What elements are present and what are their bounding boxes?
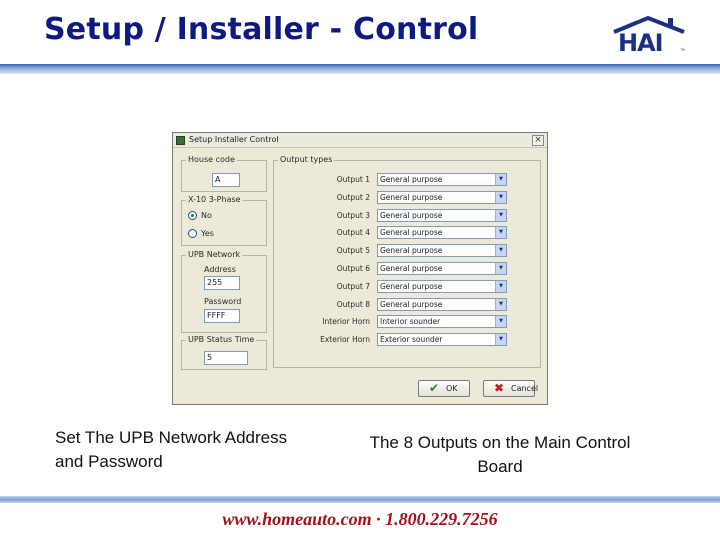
x10-phase-yes-radio[interactable] (188, 229, 197, 238)
output-type-dropdown[interactable]: General purpose ▼ (377, 280, 507, 293)
house-code-label: House code (186, 155, 237, 164)
chevron-down-icon[interactable]: ▼ (495, 263, 506, 274)
upb-network-group: UPB Network Address 255 Password FFFF (181, 250, 267, 333)
x10-phase-group: X-10 3-Phase No Yes (181, 195, 267, 246)
output-type-value: General purpose (380, 175, 443, 184)
close-icon: × (534, 135, 542, 145)
output-type-value: General purpose (380, 264, 443, 273)
output-type-dropdown[interactable]: General purpose ▼ (377, 226, 507, 239)
x10-phase-no-radio[interactable] (188, 211, 197, 220)
output-row-label: Output 2 (336, 193, 370, 202)
caption-left: Set The UPB Network Address and Password (55, 428, 288, 471)
caption-right: The 8 Outputs on the Main Control Board (369, 433, 631, 476)
dialog-title: Setup Installer Control (189, 135, 279, 144)
output-row-label: Interior Horn (322, 317, 370, 326)
close-button[interactable]: × (532, 135, 544, 146)
footer-contact: www.homeauto.com · 1.800.229.7256 (222, 509, 498, 529)
output-type-value: General purpose (380, 193, 443, 202)
ok-button[interactable]: ✔ OK (418, 380, 470, 397)
house-code-group: House code A (181, 155, 267, 192)
cancel-button-label: Cancel (511, 384, 539, 393)
footer-divider (0, 496, 720, 503)
output-type-value: Exterior sounder (380, 335, 443, 344)
x10-phase-label: X-10 3-Phase (186, 195, 243, 204)
chevron-down-icon[interactable]: ▼ (495, 299, 506, 310)
output-type-value: General purpose (380, 211, 443, 220)
chevron-down-icon[interactable]: ▼ (495, 334, 506, 345)
output-type-value: Interior sounder (380, 317, 441, 326)
output-row-label: Output 7 (336, 282, 370, 291)
slide-title: Setup / Installer - Control (44, 12, 479, 47)
output-types-group: Output types Output 1 General purpose ▼ Out… (273, 155, 541, 368)
output-row-label: Output 1 (336, 175, 370, 184)
logo-text: HAI (618, 29, 664, 57)
dialog-titlebar[interactable]: Setup Installer Control × (173, 133, 547, 148)
chevron-down-icon[interactable]: ▼ (495, 192, 506, 203)
password-label: Password (204, 297, 242, 306)
output-type-dropdown[interactable]: Interior sounder ▼ (377, 315, 507, 328)
output-row-label: Output 8 (336, 300, 370, 309)
output-type-value: General purpose (380, 282, 443, 291)
upb-password-input[interactable]: FFFF (204, 309, 240, 323)
house-code-input[interactable]: A (212, 173, 240, 187)
output-type-value: General purpose (380, 246, 443, 255)
upb-status-time-label: UPB Status Time (186, 335, 257, 344)
setup-installer-control-dialog: Setup Installer Control × House code A X… (172, 132, 548, 405)
chevron-down-icon[interactable]: ▼ (495, 316, 506, 327)
upb-status-time-group: UPB Status Time 5 (181, 335, 267, 370)
output-type-dropdown[interactable]: General purpose ▼ (377, 173, 507, 186)
output-row-label: Output 4 (336, 228, 370, 237)
output-type-dropdown[interactable]: General purpose ▼ (377, 298, 507, 311)
address-label: Address (204, 265, 236, 274)
checkmark-icon: ✔ (429, 381, 440, 395)
output-row-label: Exterior Horn (320, 335, 370, 344)
cancel-button[interactable]: ✖ Cancel (483, 380, 539, 397)
output-type-value: General purpose (380, 300, 443, 309)
x10-phase-no-label: No (201, 211, 212, 220)
output-type-dropdown[interactable]: Exterior sounder ▼ (377, 333, 507, 346)
hai-logo: HAI ™ (608, 14, 688, 57)
chevron-down-icon[interactable]: ▼ (495, 245, 506, 256)
output-row-label: Output 5 (336, 246, 370, 255)
output-type-dropdown[interactable]: General purpose ▼ (377, 209, 507, 222)
upb-address-input[interactable]: 255 (204, 276, 240, 290)
logo-trademark: ™ (680, 48, 685, 54)
output-type-dropdown[interactable]: General purpose ▼ (377, 244, 507, 257)
ok-button-label: OK (446, 384, 458, 393)
upb-network-label: UPB Network (186, 250, 243, 259)
x-icon: ✖ (494, 381, 505, 395)
output-row-label: Output 6 (336, 264, 370, 273)
app-icon (176, 136, 185, 145)
header-divider (0, 64, 720, 74)
chevron-down-icon[interactable]: ▼ (495, 210, 506, 221)
upb-status-time-input[interactable]: 5 (204, 351, 248, 365)
chevron-down-icon[interactable]: ▼ (495, 281, 506, 292)
output-type-value: General purpose (380, 228, 443, 237)
output-row-label: Output 3 (336, 211, 370, 220)
output-type-dropdown[interactable]: General purpose ▼ (377, 191, 507, 204)
chevron-down-icon[interactable]: ▼ (495, 174, 506, 185)
x10-phase-yes-label: Yes (201, 229, 214, 238)
output-type-dropdown[interactable]: General purpose ▼ (377, 262, 507, 275)
chevron-down-icon[interactable]: ▼ (495, 227, 506, 238)
output-types-label: Output types (278, 155, 335, 164)
